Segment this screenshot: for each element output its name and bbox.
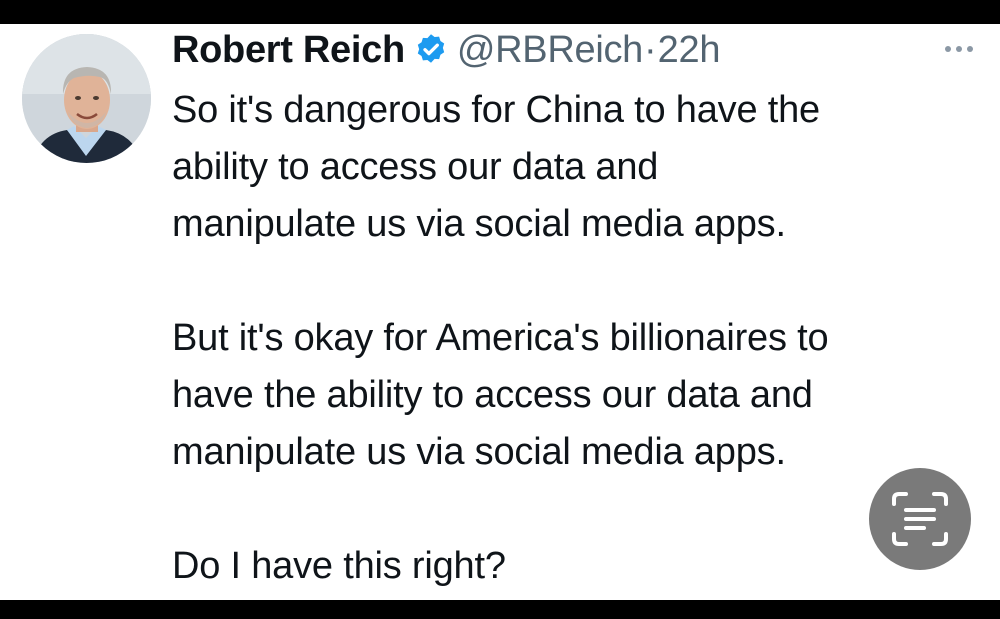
tweet-line: But it's okay for America's billionaires… xyxy=(172,317,829,359)
tweet-line: Do I have this right? xyxy=(172,545,506,587)
verified-badge-icon xyxy=(413,32,449,68)
avatar[interactable] xyxy=(22,34,151,163)
timestamp[interactable]: 22h xyxy=(658,29,721,72)
tweet-text: So it's dangerous for China to have the … xyxy=(172,82,972,595)
more-options-icon[interactable] xyxy=(940,34,980,64)
tweet-line: manipulate us via social media apps. xyxy=(172,431,786,473)
live-text-scan-icon xyxy=(892,492,948,546)
tweet-card: Robert Reich @RBReich · 22h So it's dang… xyxy=(0,24,1000,600)
tweet-line: ability to access our data and xyxy=(172,146,659,188)
tweet-line: manipulate us via social media apps. xyxy=(172,203,786,245)
live-text-scan-button[interactable] xyxy=(869,468,971,570)
tweet-line: So it's dangerous for China to have the xyxy=(172,89,820,131)
tweet-header: Robert Reich @RBReich · 22h xyxy=(172,26,720,74)
top-black-bar xyxy=(0,0,1000,24)
author-name[interactable]: Robert Reich xyxy=(172,29,405,72)
avatar-portrait xyxy=(22,34,151,163)
tweet-line: have the ability to access our data and xyxy=(172,374,813,416)
author-handle[interactable]: @RBReich xyxy=(457,29,643,72)
separator-dot: · xyxy=(644,28,657,71)
bottom-black-bar xyxy=(0,600,1000,619)
